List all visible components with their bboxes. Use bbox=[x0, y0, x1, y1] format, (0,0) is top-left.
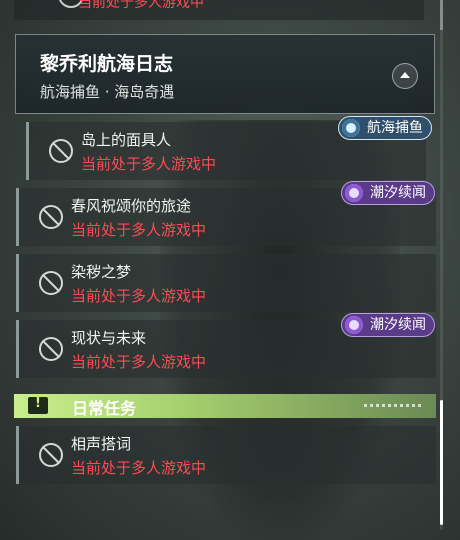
quest-name: 岛上的面具人 bbox=[81, 131, 172, 149]
quest-status: 当前处于多人游戏中 bbox=[78, 0, 204, 11]
quest-name: 现状与未来 bbox=[71, 329, 147, 347]
quest-item[interactable]: 相声搭词 当前处于多人游戏中 bbox=[16, 426, 436, 484]
tide-icon bbox=[345, 184, 363, 202]
quest-status: 当前处于多人游戏中 bbox=[71, 353, 207, 371]
scrollbar-top-segment bbox=[440, 0, 443, 30]
decorative-dots bbox=[364, 404, 422, 407]
quest-tag-badge: 潮汐续闻 bbox=[341, 181, 435, 205]
quest-tag-badge: 潮汐续闻 bbox=[341, 313, 435, 337]
locked-icon bbox=[39, 337, 63, 361]
locked-icon bbox=[39, 443, 63, 467]
quest-status: 当前处于多人游戏中 bbox=[81, 155, 217, 173]
quest-status: 当前处于多人游戏中 bbox=[71, 221, 207, 239]
locked-icon bbox=[49, 139, 73, 163]
daily-quests-header[interactable]: 日常任务 bbox=[14, 394, 436, 418]
quest-name: 春风祝颂你的旅途 bbox=[71, 197, 192, 215]
chapter-title: 黎乔利航海日志 bbox=[40, 53, 174, 75]
quest-name: 染秽之梦 bbox=[71, 263, 132, 281]
locked-icon bbox=[39, 205, 63, 229]
quest-status: 当前处于多人游戏中 bbox=[71, 287, 207, 305]
quest-tag-badge: 航海捕鱼 bbox=[338, 116, 432, 140]
quest-name: 相声搭词 bbox=[71, 435, 132, 453]
scrollbar-thumb[interactable] bbox=[440, 400, 443, 525]
chapter-header[interactable]: 黎乔利航海日志 航海捕鱼 · 海岛奇遇 bbox=[15, 34, 435, 114]
tag-label: 潮汐续闻 bbox=[370, 185, 426, 201]
quest-item[interactable]: 染秽之梦 当前处于多人游戏中 bbox=[16, 254, 436, 312]
locked-icon bbox=[39, 271, 63, 295]
section-title: 日常任务 bbox=[72, 399, 137, 418]
alert-icon bbox=[28, 396, 48, 414]
tag-label: 潮汐续闻 bbox=[370, 317, 426, 333]
collapse-chevron-up-icon[interactable] bbox=[392, 63, 418, 89]
fishing-icon bbox=[342, 119, 360, 137]
tide-icon bbox=[345, 316, 363, 334]
quest-entry-partial[interactable]: 当前处于多人游戏中 bbox=[14, 0, 424, 20]
tag-label: 航海捕鱼 bbox=[367, 120, 423, 136]
quest-status: 当前处于多人游戏中 bbox=[71, 459, 207, 477]
chapter-subtitle: 航海捕鱼 · 海岛奇遇 bbox=[40, 83, 175, 101]
